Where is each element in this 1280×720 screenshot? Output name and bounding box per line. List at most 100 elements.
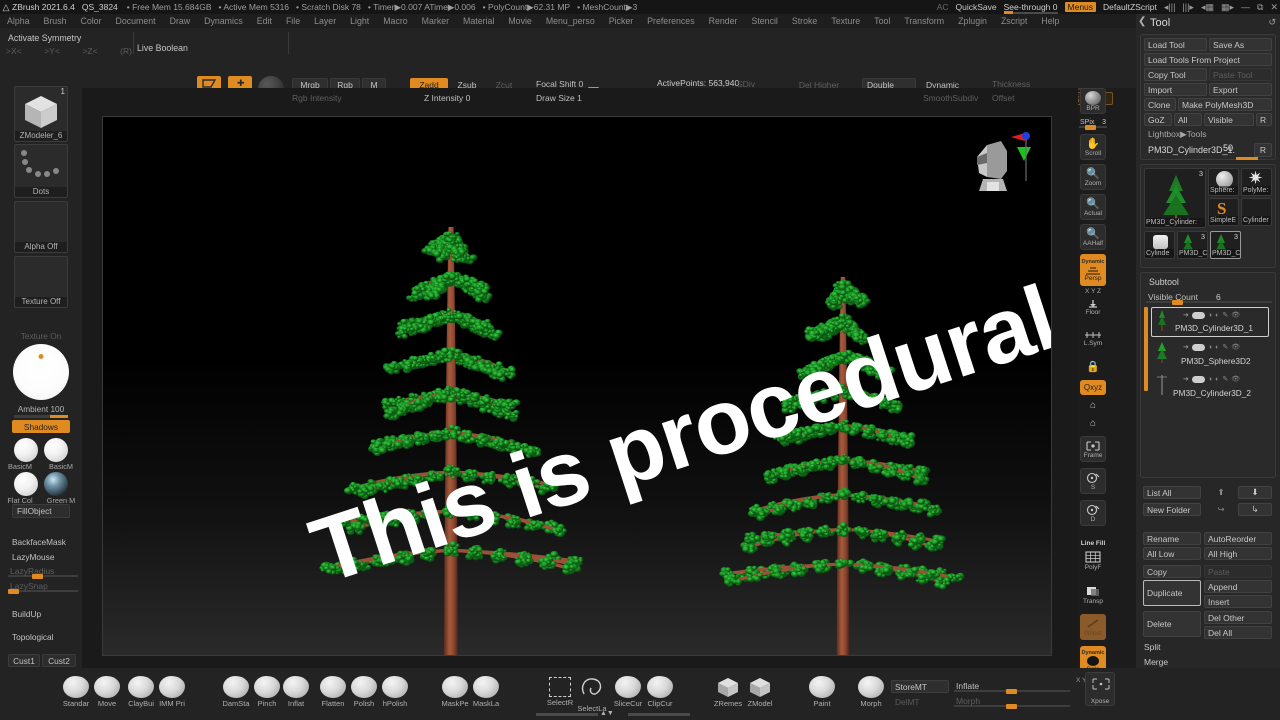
export-button[interactable]: Export (1209, 83, 1272, 96)
color-picker-handle[interactable] (38, 354, 44, 360)
refresh-icon[interactable]: ↺ (1268, 17, 1276, 28)
quicksave-button[interactable]: QuickSave (956, 2, 997, 12)
stroke-swatch[interactable]: Dots (14, 144, 68, 198)
menu-item-help[interactable]: Help (1034, 14, 1066, 28)
panel-left-icon[interactable]: ◂▦ (1201, 2, 1214, 13)
panel-right-icon[interactable]: ▦▸ (1221, 2, 1234, 13)
lazy-radius-slider[interactable]: LazyRadius (8, 565, 78, 579)
copy-tool-button[interactable]: Copy Tool (1144, 68, 1207, 81)
line-fill-label[interactable]: Line Fill (1078, 540, 1108, 547)
subtool-nav-icon[interactable]: ➜ (1183, 311, 1189, 319)
new-folder-button[interactable]: New Folder (1143, 503, 1201, 516)
paste-tool-button[interactable]: Paste Tool (1209, 68, 1272, 81)
topological-button[interactable]: Topological (8, 630, 78, 644)
back-chevron-icon[interactable]: ❮ (1138, 16, 1146, 27)
menu-item-file[interactable]: File (279, 14, 307, 28)
menu-item-picker[interactable]: Picker (602, 14, 640, 28)
tool-thumb-4[interactable]: Cylinder (1241, 198, 1272, 226)
load-tools-from-project-button[interactable]: Load Tools From Project (1144, 53, 1272, 66)
menu-item-stencil[interactable]: Stencil (744, 14, 784, 28)
subtool-half-icon[interactable]: ◑ (1208, 376, 1212, 383)
floor-button[interactable]: Floor (1080, 296, 1106, 318)
subtool-row-2-controls[interactable]: ➜ ◑ ◐ ✎ 👁 (1183, 375, 1240, 383)
visible-button[interactable]: Visible (1204, 113, 1254, 126)
split-button[interactable]: Split (1140, 640, 1272, 654)
menu-item-dynamics[interactable]: Dynamics (197, 14, 250, 28)
transp-button[interactable]: Transp (1080, 582, 1106, 608)
tool-thumb-3[interactable]: S SimpleE (1208, 198, 1239, 226)
material-basic-1[interactable] (14, 438, 38, 462)
tool-thumb-7[interactable]: 3 PM3D_C (1210, 231, 1241, 259)
menu-item-menu-perso[interactable]: Menu_perso (539, 14, 602, 28)
cust1-button[interactable]: Cust1 (8, 654, 40, 667)
del-mt-button[interactable]: DelMT (891, 695, 949, 708)
store-mt-button[interactable]: StoreMT (891, 680, 949, 693)
brush-button-clipcur[interactable]: ClipCur (645, 676, 675, 708)
lsym-button[interactable]: L.Sym (1080, 326, 1106, 350)
subtool-eye-icon[interactable]: 👁 (1231, 343, 1240, 351)
all-button[interactable]: All (1174, 113, 1202, 126)
texture-on-label[interactable]: Texture On (0, 331, 82, 341)
zscript-name[interactable]: DefaultZScript (1103, 2, 1157, 12)
append-button[interactable]: Append (1204, 580, 1272, 593)
bpr-button[interactable]: BPR (1080, 88, 1106, 114)
brush-button-imm-pri[interactable]: IMM Pri (157, 676, 187, 708)
ambient-label[interactable]: Ambient 100 (0, 404, 82, 414)
menu-item-preferences[interactable]: Preferences (640, 14, 701, 28)
menu-item-stroke[interactable]: Stroke (785, 14, 824, 28)
menus-toggle[interactable]: Menus (1064, 2, 1097, 12)
live-boolean-label[interactable]: Live Boolean (137, 43, 188, 53)
subtool-row-1-controls[interactable]: ➜ ◑ ◐ ✎ 👁 (1183, 343, 1240, 351)
subtool-polypaint-icon[interactable]: ◐ (1215, 376, 1219, 383)
visible-count-slider[interactable]: Visible Count 6 (1146, 291, 1272, 305)
brush-button-morph[interactable]: Morph (856, 676, 886, 708)
tool-thumb-6[interactable]: 3 PM3D_C (1177, 231, 1208, 259)
fill-object-button[interactable]: FillObject (12, 504, 70, 518)
subtool-visibility-toggle[interactable] (1191, 375, 1205, 383)
rename-button[interactable]: Rename (1143, 532, 1201, 545)
menu-item-alpha[interactable]: Alpha (0, 14, 37, 28)
subtool-half-icon[interactable]: ◑ (1208, 344, 1212, 351)
arrow-down-icon[interactable]: ⬇ (1238, 486, 1272, 499)
symmetry-x[interactable]: >X< (6, 46, 22, 56)
menu-item-edit[interactable]: Edit (250, 14, 279, 28)
cust2-button[interactable]: Cust2 (42, 654, 76, 667)
subtool-polypaint-icon[interactable]: ◐ (1215, 344, 1219, 351)
arrow-in-icon[interactable]: ↳ (1238, 503, 1272, 516)
backface-mask-button[interactable]: BackfaceMask (8, 535, 78, 549)
brush-button-maskpe[interactable]: MaskPe (440, 676, 470, 708)
minimize-icon[interactable]: — (1241, 2, 1250, 12)
copy-button[interactable]: Copy (1143, 565, 1201, 578)
brush-button-maskla[interactable]: MaskLa (471, 676, 501, 708)
move-s-button[interactable]: S (1080, 468, 1106, 494)
brush-button-flatten[interactable]: Flatten (318, 676, 348, 708)
shelf-scroll-bar[interactable]: ▲▼ (536, 710, 726, 717)
menu-item-zscript[interactable]: Zscript (994, 14, 1034, 28)
arrow-up-icon[interactable]: ⬆ (1206, 486, 1236, 499)
lock-button[interactable]: 🔒 (1080, 356, 1106, 378)
tool-slider-fill[interactable] (1236, 157, 1258, 160)
menu-item-movie[interactable]: Movie (501, 14, 538, 28)
brush-button-inflat[interactable]: Inflat (281, 676, 311, 708)
arrow-out-icon[interactable]: ↪ (1206, 503, 1236, 516)
brush-button-polish[interactable]: Polish (349, 676, 379, 708)
brush-button-selectla[interactable]: SelectLa (577, 676, 607, 713)
menu-item-tool[interactable]: Tool (867, 14, 897, 28)
menu-item-brush[interactable]: Brush (37, 14, 74, 28)
alpha-swatch[interactable]: Alpha Off (14, 201, 68, 253)
symmetry-z[interactable]: >Z< (82, 46, 97, 56)
color-picker-wheel[interactable] (13, 344, 69, 400)
brush-button-damsta[interactable]: DamSta (221, 676, 251, 708)
morph-slider[interactable]: Morph (954, 695, 1070, 709)
current-tool-name[interactable]: PM3D_Cylinder3D_1. (1144, 143, 1254, 157)
subtool-row-0-controls[interactable]: ➜ ◑ ◐ ✎ 👁 (1183, 311, 1240, 319)
menu-item-transform[interactable]: Transform (897, 14, 951, 28)
local-button[interactable]: ⌂ (1080, 397, 1106, 413)
brush-button-move[interactable]: Move (92, 676, 122, 708)
tool-thumb-0[interactable]: 3 PM3D_Cylinder: (1144, 168, 1206, 228)
orientation-gizmo[interactable] (963, 127, 1033, 199)
subtool-row-0[interactable]: ➜ ◑ ◐ ✎ 👁 PM3D_Cylinder3D_1 (1141, 307, 1279, 337)
insert-button[interactable]: Insert (1204, 595, 1272, 608)
delete-button[interactable]: Delete (1143, 611, 1201, 637)
actual-button[interactable]: 🔍 Actual (1080, 194, 1106, 220)
